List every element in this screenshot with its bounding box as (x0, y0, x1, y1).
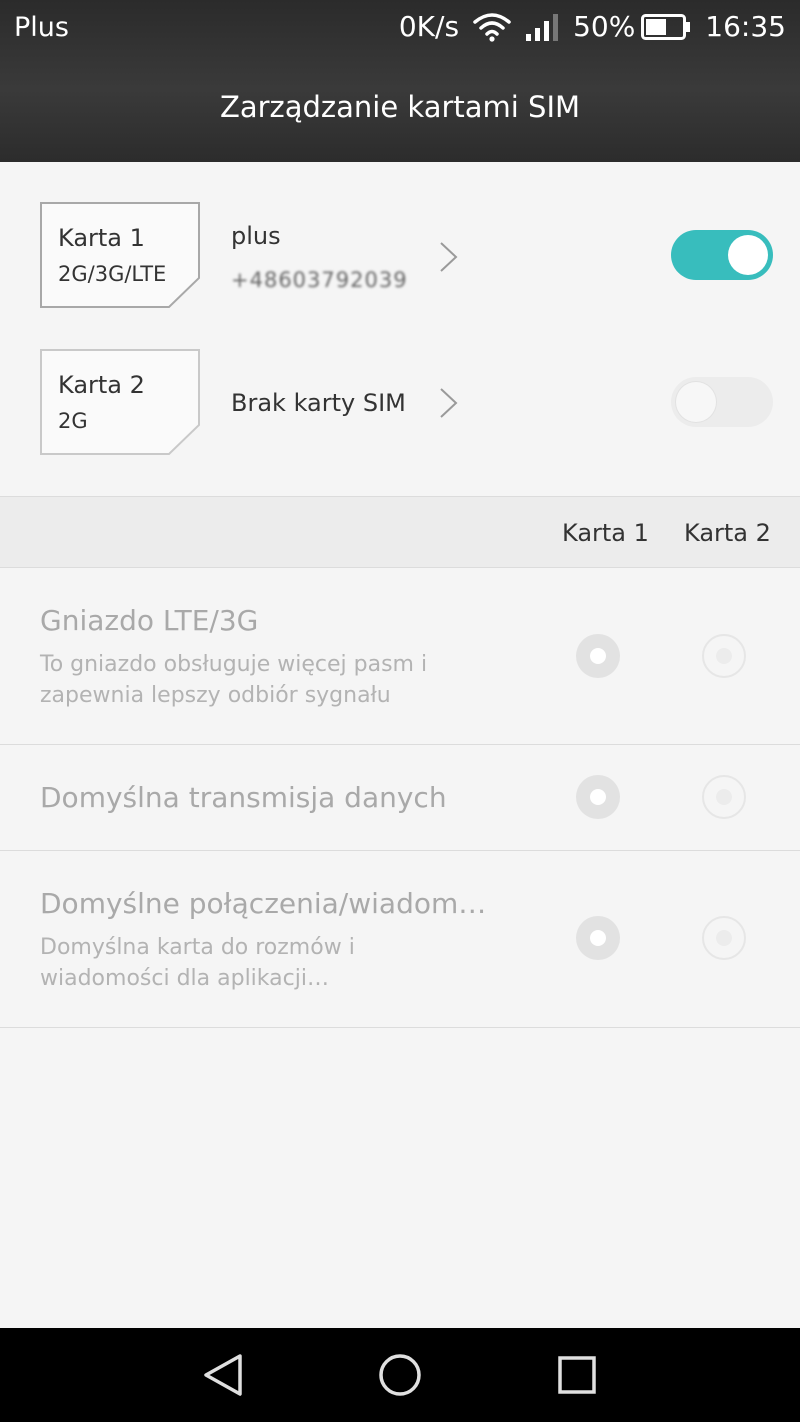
radio-card2[interactable] (702, 775, 746, 819)
toggle-knob (728, 235, 768, 275)
setting-desc-line2: zapewnia lepszy odbiór sygnału (40, 683, 391, 708)
setting-title: Gniazdo LTE/3G (40, 604, 259, 637)
home-icon[interactable] (376, 1350, 424, 1400)
phone-number: +48603792039 (231, 268, 408, 292)
sim1-toggle[interactable] (671, 230, 773, 280)
toggle-knob (676, 382, 716, 422)
status-bar: Plus 0K/s 50% 16:35 (0, 0, 800, 58)
radio-card2[interactable] (702, 634, 746, 678)
radio-card1[interactable] (576, 634, 620, 678)
sim-network: 2G/3G/LTE (58, 262, 167, 286)
sim-row-card1[interactable]: Karta 1 2G/3G/LTE plus +48603792039 (0, 202, 800, 312)
recents-icon[interactable] (556, 1350, 600, 1400)
setting-desc-line1: Domyślna karta do rozmów i (40, 935, 355, 960)
sim2-toggle[interactable] (671, 377, 773, 427)
status-icons: 0K/s 50% 16:35 (385, 10, 786, 43)
setting-title: Domyślna transmisja danych (40, 781, 447, 814)
setting-default-data[interactable]: Domyślna transmisja danych (0, 745, 800, 851)
setting-desc-line2: wiadomości dla aplikacji… (40, 966, 329, 991)
setting-title: Domyślne połączenia/wiadom… (40, 887, 487, 920)
chevron-right-icon[interactable] (438, 240, 460, 274)
setting-desc-line1: To gniazdo obsługuje więcej pasm i (40, 652, 428, 677)
operator-name: plus (231, 222, 281, 250)
carrier-name: Plus (14, 12, 69, 43)
wifi-icon (473, 12, 511, 42)
page-title: Zarządzanie kartami SIM (219, 90, 581, 124)
setting-lte-slot[interactable]: Gniazdo LTE/3G To gniazdo obsługuje więc… (0, 568, 800, 745)
sim-card-icon: Karta 1 2G/3G/LTE (40, 202, 200, 308)
battery-indicator: 50% (573, 10, 691, 43)
sim-name: Karta 1 (58, 224, 145, 252)
network-speed: 0K/s (398, 10, 460, 43)
sim-row-card2[interactable]: Karta 2 2G Brak karty SIM (0, 349, 800, 459)
chevron-right-icon[interactable] (438, 386, 460, 420)
navigation-bar (0, 1328, 800, 1422)
column-card2: Karta 2 (684, 519, 771, 547)
signal-icon (525, 12, 559, 42)
sim-columns-header: Karta 1 Karta 2 (0, 496, 800, 568)
sim-name: Karta 2 (58, 371, 145, 399)
sim-card-icon: Karta 2 2G (40, 349, 200, 455)
battery-percent: 50% (573, 10, 636, 43)
operator-name: Brak karty SIM (231, 389, 406, 417)
radio-card1[interactable] (576, 916, 620, 960)
radio-card1[interactable] (576, 775, 620, 819)
clock: 16:35 (705, 10, 786, 43)
setting-default-calls[interactable]: Domyślne połączenia/wiadom… Domyślna kar… (0, 851, 800, 1028)
battery-icon (641, 13, 691, 40)
sim-network: 2G (58, 409, 88, 433)
top-bar: Plus 0K/s 50% 16:35 Zarządzanie kartami … (0, 0, 800, 162)
column-card1: Karta 1 (562, 519, 649, 547)
back-icon[interactable] (200, 1350, 246, 1400)
radio-card2[interactable] (702, 916, 746, 960)
